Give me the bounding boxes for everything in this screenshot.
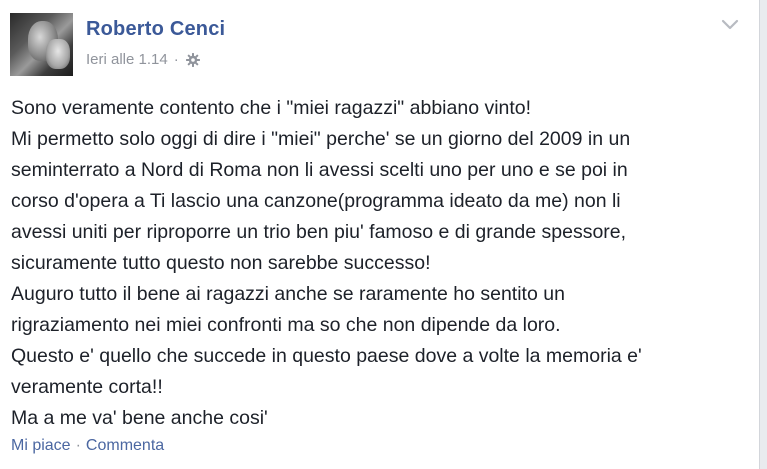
post-timestamp[interactable]: Ieri alle 1.14 [86, 51, 168, 68]
post-actions: Mi piace · Commenta [11, 437, 164, 455]
page-scrollbar-edge [759, 0, 767, 469]
avatar-hand [46, 39, 70, 69]
post-body-line: Questo e' quello che succede in questo p… [11, 345, 642, 367]
author-name[interactable]: Roberto Cenci [86, 18, 225, 41]
post-body-line: corso d'opera a Ti lascio una canzone(pr… [11, 190, 621, 212]
post-body-line: Auguro tutto il bene ai ragazzi anche se… [11, 283, 565, 305]
post-body-line: Sono veramente contento che i "miei raga… [11, 97, 532, 119]
post-meta: Ieri alle 1.14 · [86, 51, 201, 68]
avatar[interactable] [10, 13, 73, 76]
post-body-line: Ma a me va' bene anche cosi' [11, 407, 268, 429]
like-link[interactable]: Mi piace [11, 437, 71, 454]
post-body-line: Mi permetto solo oggi di dire i "miei" p… [11, 128, 631, 150]
meta-separator: · [173, 51, 179, 68]
post-card: Roberto Cenci Ieri alle 1.14 · Sono vera… [0, 0, 767, 469]
comment-link[interactable]: Commenta [86, 437, 164, 454]
post-body-line: veramente corta!! [11, 376, 163, 398]
post-body-line: seminterrato a Nord di Roma non li avess… [11, 159, 628, 181]
post-body-line: avessi uniti per riproporre un trio ben … [11, 221, 627, 243]
gear-icon[interactable] [185, 52, 201, 68]
actions-separator: · [75, 437, 81, 454]
post-body-line: sicuramente tutto questo non sarebbe suc… [11, 252, 431, 274]
post-body: Sono veramente contento che i "miei raga… [11, 93, 746, 434]
post-body-line: rigraziamento nei miei confronti ma so c… [11, 314, 561, 336]
chevron-down-icon[interactable] [721, 18, 739, 30]
